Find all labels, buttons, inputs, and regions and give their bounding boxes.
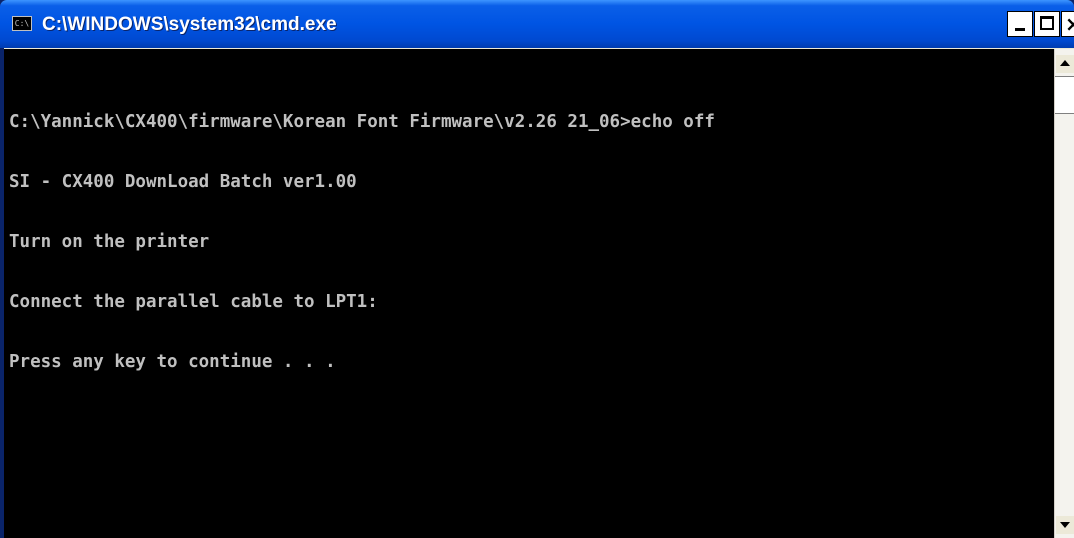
close-button[interactable]: × xyxy=(1061,11,1074,37)
scroll-up-button[interactable] xyxy=(1056,55,1074,73)
scroll-down-button[interactable] xyxy=(1056,516,1074,534)
console-line: Connect the parallel cable to LPT1: xyxy=(9,292,378,312)
cmd-window: C:\ C:\WINDOWS\system32\cmd.exe × C:\Yan… xyxy=(0,0,1074,538)
minimize-icon xyxy=(1015,28,1025,31)
maximize-icon xyxy=(1040,16,1054,30)
vertical-scrollbar[interactable] xyxy=(1054,49,1074,538)
console-line: C:\Yannick\CX400\firmware\Korean Font Fi… xyxy=(9,112,715,132)
minimize-button[interactable] xyxy=(1007,11,1033,37)
console-line: Press any key to continue . . . xyxy=(9,352,336,372)
arrow-up-icon xyxy=(1060,60,1070,66)
scroll-thumb[interactable] xyxy=(1055,76,1074,114)
title-bar[interactable]: C:\ C:\WINDOWS\system32\cmd.exe × xyxy=(0,0,1074,48)
window-title: C:\WINDOWS\system32\cmd.exe xyxy=(42,14,337,35)
console-icon[interactable]: C:\ xyxy=(12,16,32,31)
maximize-button[interactable] xyxy=(1034,11,1060,37)
console-line: SI - CX400 DownLoad Batch ver1.00 xyxy=(9,172,357,192)
close-icon: × xyxy=(1065,12,1074,36)
console-text: C:\Yannick\CX400\firmware\Korean Font Fi… xyxy=(9,72,715,412)
console-output[interactable]: C:\Yannick\CX400\firmware\Korean Font Fi… xyxy=(4,49,1054,538)
console-line: Turn on the printer xyxy=(9,232,210,252)
arrow-down-icon xyxy=(1060,522,1070,528)
